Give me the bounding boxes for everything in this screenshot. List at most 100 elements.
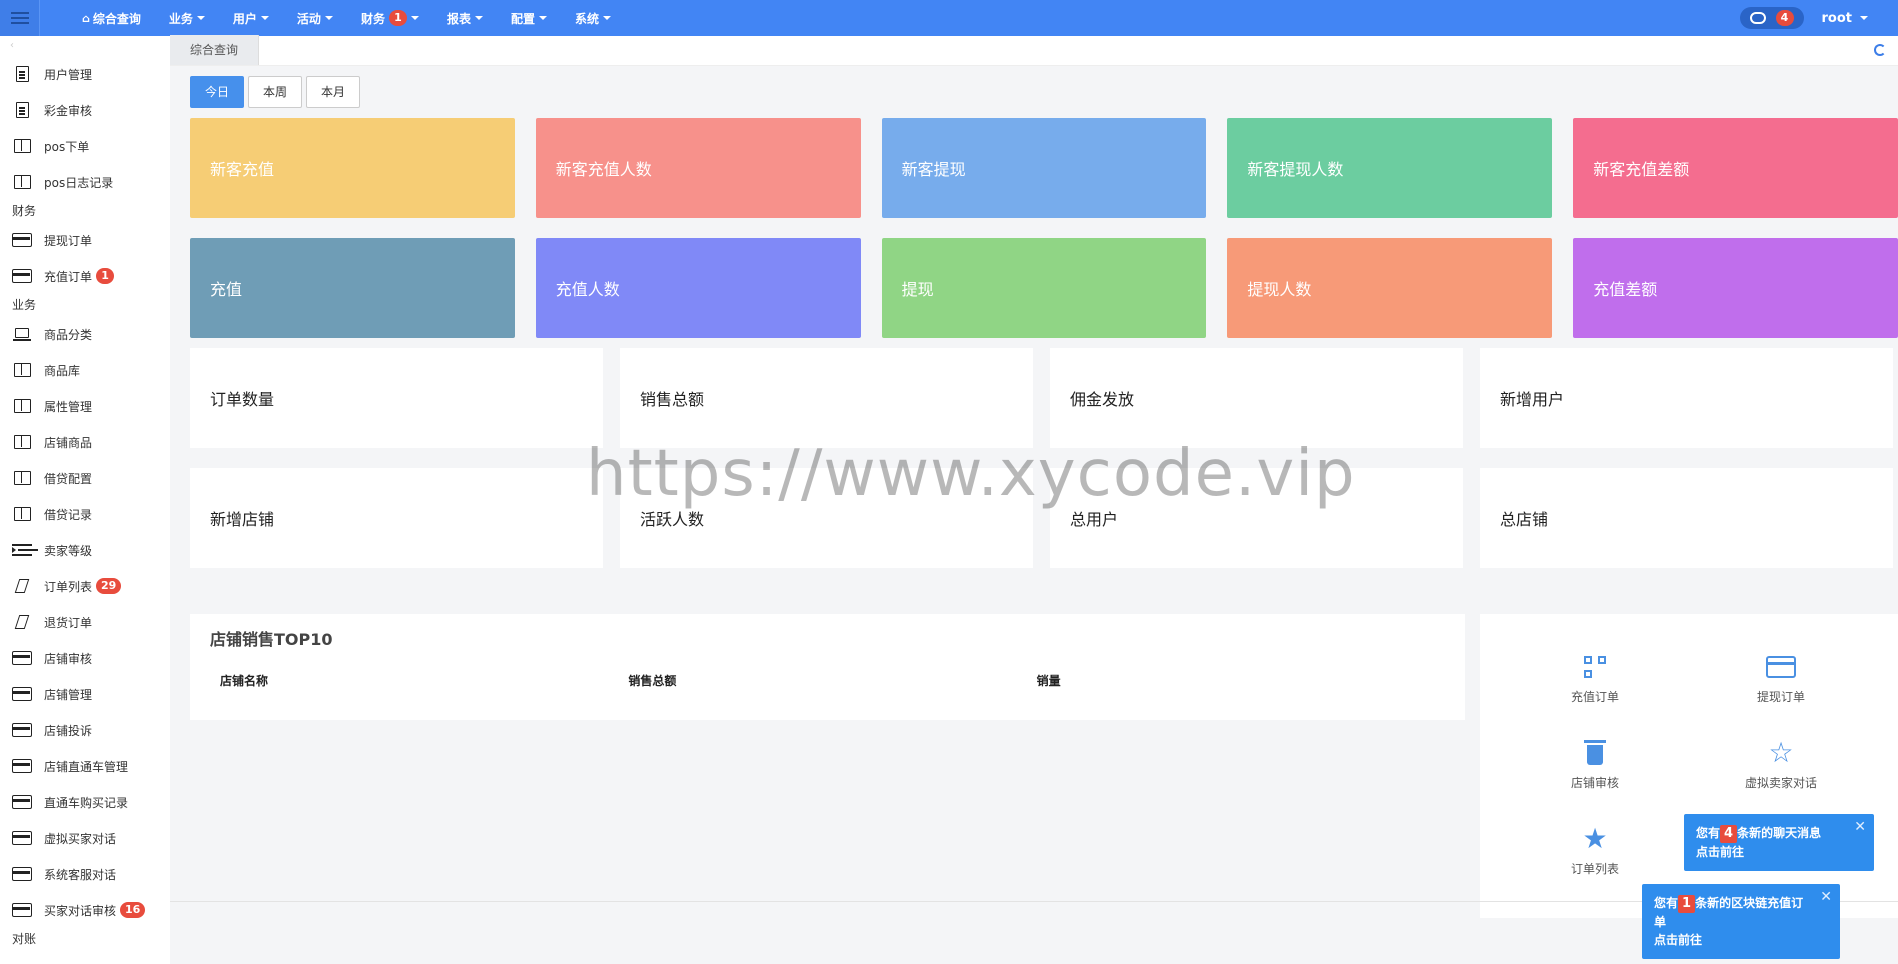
sidebar-item[interactable]: 店铺审核 [0,640,170,676]
sidebar-item-label: pos日志记录 [44,175,114,190]
card-icon [12,758,32,774]
quick-link-label: 店铺审核 [1570,776,1619,790]
stat-card[interactable]: 新客提现 [881,118,1207,218]
quick-link-order-list[interactable]: ★ 订单列表 [1525,822,1665,877]
close-icon[interactable]: ✕ [1854,818,1866,836]
quick-links-panel: 充值订单 提现订单 店铺审核 ☆ 虚拟卖家对话 ★ 订单列表 [1480,614,1898,918]
sidebar-item-label: pos下单 [44,139,90,154]
sidebar-item[interactable]: 店铺直通车管理 [0,748,170,784]
caret-down-icon [324,16,333,20]
quick-link-withdraw-orders[interactable]: 提现订单 [1711,654,1851,705]
metric-card: 订单数量 [190,348,603,448]
sidebar-item-label: 充值订单 [44,269,93,284]
refresh-icon[interactable] [1874,44,1886,56]
stat-card[interactable]: 提现 [881,238,1207,338]
sidebar-item[interactable]: 订单列表 29 [0,568,170,604]
sidebar-group-label: 对账 [12,932,37,946]
quick-link-shop-review[interactable]: 店铺审核 [1525,740,1665,791]
nav-label: 业务 [168,11,193,26]
sidebar-item[interactable]: 提现订单 [0,222,170,258]
quick-link-label: 订单列表 [1570,862,1619,876]
quick-link-label: 提现订单 [1756,690,1805,704]
sidebar-group-label: 财务 [12,204,37,218]
nav-item[interactable]: 报表 [435,0,495,36]
sidebar-scroll-up-icon[interactable]: ‹ [0,36,170,56]
period-button[interactable]: 今日 [190,76,245,108]
sidebar-item[interactable]: 借贷记录 [0,496,170,532]
quick-link-virtual-seller-chat[interactable]: ☆ 虚拟卖家对话 [1711,736,1851,791]
toast-count: 4 [1720,825,1738,843]
sidebar-item[interactable]: 买家对话审核 16 [0,892,170,928]
nav-item[interactable]: ⌂ 综合查询 [70,0,153,36]
stat-card[interactable]: 充值 [190,238,515,338]
sidebar-item[interactable]: 店铺投诉 [0,712,170,748]
nav-item[interactable]: 系统 [563,0,623,36]
sidebar-item-label: 系统客服对话 [44,867,117,882]
tab-overview[interactable]: 综合查询 [170,35,260,65]
star-outline-icon: ☆ [1768,736,1794,769]
sidebar-group-label: 业务 [12,298,37,312]
credit-card-icon [1766,656,1796,678]
sidebar-item[interactable]: 系统客服对话 [0,856,170,892]
sidebar-item[interactable]: 彩金审核 [0,92,170,128]
sidebar-item-label: 商品库 [44,363,81,378]
sidebar-item[interactable]: 商品库 [0,352,170,388]
sidebar-item[interactable]: 店铺管理 [0,676,170,712]
qrcode-icon [1584,656,1606,678]
toast-text: 您有 [1696,826,1721,840]
nav-item[interactable]: 业务 [157,0,217,36]
sidebar-item-label: 提现订单 [44,233,93,248]
chat-notification-toast[interactable]: 您有 4 条新的聊天消息 点击前往 ✕ [1684,814,1874,871]
sidebar-menu: 用户管理 彩金审核 pos下单 pos日志记录 财务提现订单充值订单 1 业务商品分类商品库… [0,56,170,950]
columns-icon [12,398,32,414]
nav-item[interactable]: 活动 [285,0,345,36]
sidebar-item-label: 虚拟买家对话 [44,831,117,846]
sidebar-item[interactable]: 充值订单 1 [0,258,170,294]
sidebar-item[interactable]: 退货订单 [0,604,170,640]
caret-down-icon [410,16,419,20]
watermark: https://www.xycode.vip [586,437,1356,511]
stat-card[interactable]: 充值差额 [1573,238,1898,338]
toast-link[interactable]: 点击前往 [1654,933,1702,947]
sidebar-item[interactable]: 直通车购买记录 [0,784,170,820]
sidebar-item[interactable]: 商品分类 [0,316,170,352]
sidebar-item[interactable]: 虚拟买家对话 [0,820,170,856]
indent-icon [12,542,32,558]
stat-card[interactable]: 新客充值差额 [1573,118,1898,218]
sidebar-item[interactable]: 属性管理 [0,388,170,424]
period-button[interactable]: 本月 [306,76,361,108]
nav-item[interactable]: 配置 [499,0,559,36]
close-icon[interactable]: ✕ [1820,888,1832,906]
period-button[interactable]: 本周 [248,76,303,108]
nav-item[interactable]: 财务 1 [349,0,431,36]
sidebar-item[interactable]: 店铺商品 [0,424,170,460]
star-icon: ★ [1582,822,1608,855]
stat-card[interactable]: 新客提现人数 [1227,118,1553,218]
sidebar-item[interactable]: 卖家等级 [0,532,170,568]
sidebar-item[interactable]: pos下单 [0,128,170,164]
nav-item[interactable]: 用户 [221,0,281,36]
sidebar-item[interactable]: pos日志记录 [0,164,170,200]
caret-down-icon [603,16,611,20]
sidebar-item[interactable]: 用户管理 [0,56,170,92]
recharge-notification-toast[interactable]: 您有 1 条新的区块链充值订单 点击前往 ✕ [1642,884,1840,959]
top10-table-header: 店铺名称 销售总额 销量 [210,672,1445,689]
card-icon [12,722,32,738]
nav-label: 财务 [360,11,385,26]
toast-link[interactable]: 点击前往 [1696,845,1744,859]
chat-button[interactable]: 4 [1739,7,1804,29]
user-menu[interactable]: root [1816,11,1898,26]
stat-card[interactable]: 充值人数 [535,238,861,338]
stat-card[interactable]: 新客充值人数 [535,118,861,218]
menu-toggle-icon[interactable] [0,0,40,36]
laptop-icon [12,326,32,342]
sidebar-item[interactable]: 借贷配置 [0,460,170,496]
sidebar-item-label: 退货订单 [44,615,93,630]
quick-link-recharge-orders[interactable]: 充值订单 [1525,654,1665,705]
sidebar-item-label: 订单列表 [44,579,93,594]
stat-card[interactable]: 新客充值 [190,118,515,218]
trash-icon [1584,740,1606,765]
metric-card: 新增店铺 [190,468,603,568]
columns-icon [12,174,32,190]
stat-card[interactable]: 提现人数 [1227,238,1553,338]
